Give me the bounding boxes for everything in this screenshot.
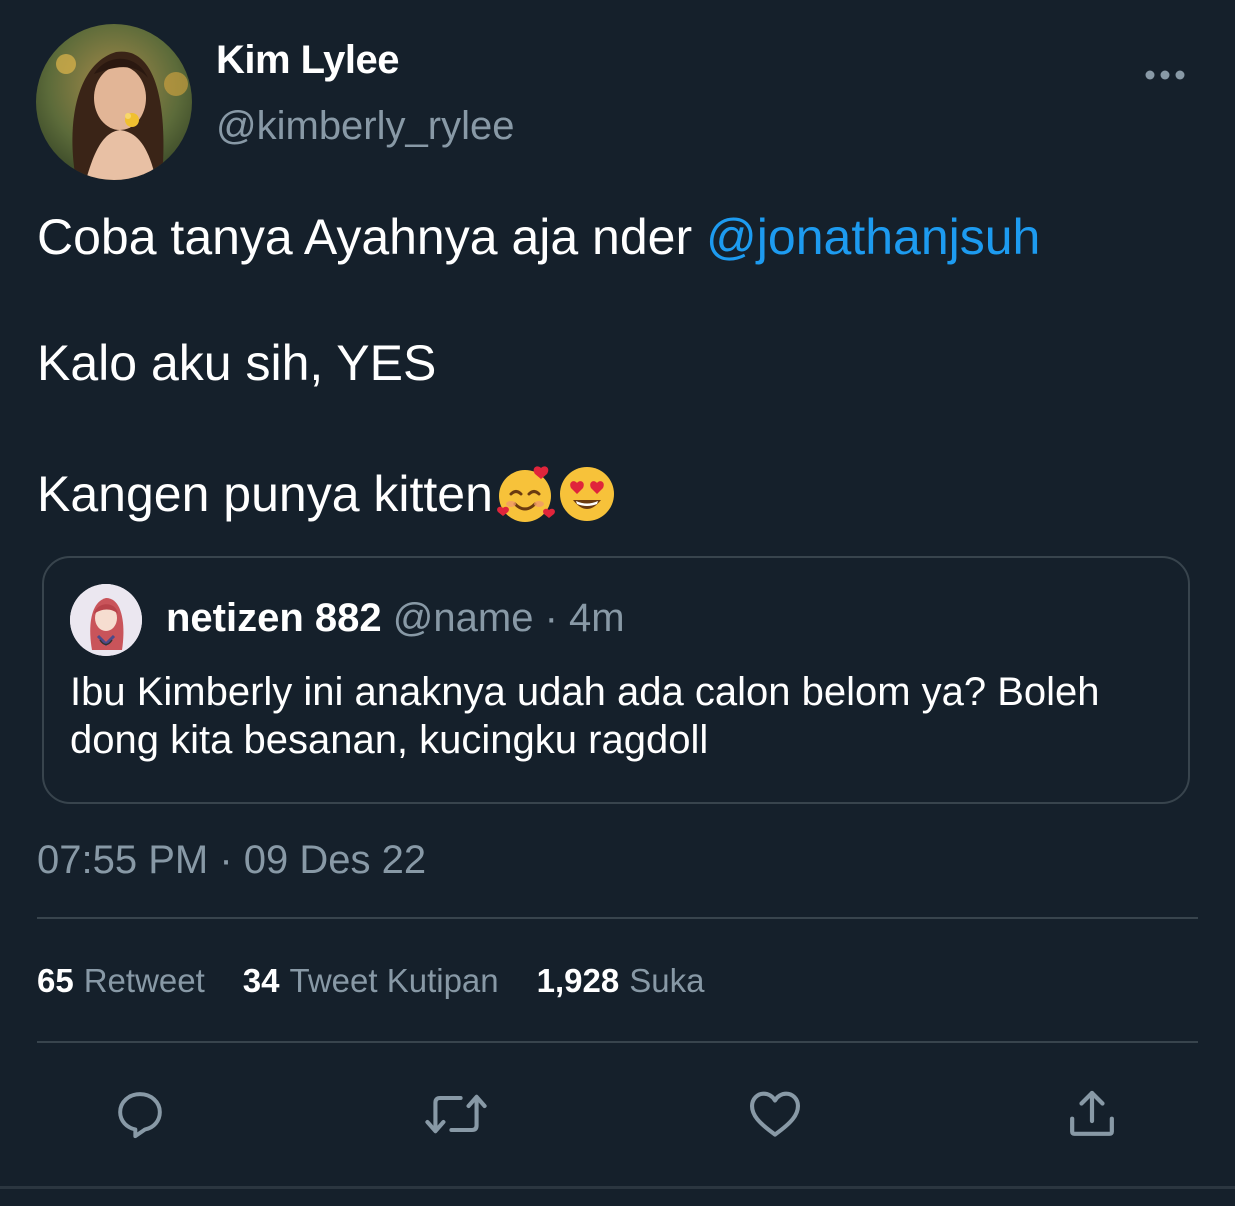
tweet-detail-page: Kim Lylee @kimberly_rylee Coba tanya Aya… [0, 0, 1235, 1206]
tweet-text-line-1: Coba tanya Ayahnya aja nder @jonathanjsu… [37, 212, 1040, 262]
stat-count: 65 [37, 962, 74, 999]
more-dots-icon [1145, 70, 1185, 80]
quoted-tweet-card[interactable]: netizen 882 @name · 4m Ibu Kimberly ini … [42, 556, 1190, 804]
stat-label: Retweet [83, 962, 205, 999]
divider [37, 1041, 1198, 1043]
stat-count: 34 [242, 962, 280, 999]
reply-button[interactable] [108, 1082, 172, 1146]
quoted-time: 4m [569, 596, 625, 640]
share-icon [1070, 1090, 1114, 1136]
smiling-face-with-hearts-icon [496, 466, 555, 522]
tweet-text-segment: Coba tanya Ayahnya aja nder [37, 209, 707, 265]
heart-eyes-icon [559, 467, 614, 521]
author-display-name[interactable]: Kim Lylee [216, 38, 399, 83]
reply-icon [118, 1092, 162, 1139]
mention-link[interactable]: @jonathanjsuh [706, 209, 1040, 265]
engagement-stats: 65 Retweet 34 Tweet Kutipan 1,928 Suka [37, 962, 742, 1000]
more-options-button[interactable] [1143, 62, 1187, 88]
like-icon [749, 1091, 801, 1137]
tweet-text-segment: Kangen punya kitten [37, 466, 493, 522]
quote-tweet-count[interactable]: 34 Tweet Kutipan [243, 962, 499, 1000]
retweet-count[interactable]: 65 Retweet [37, 962, 205, 1000]
quoted-author-handle: @name [392, 596, 534, 640]
tweet-text-line-3: Kangen punya kitten [37, 464, 617, 524]
tweet-text-line-2: Kalo aku sih, YES [37, 335, 437, 391]
quoted-author-avatar[interactable] [70, 584, 142, 656]
quoted-tweet-header: netizen 882 @name · 4m [166, 596, 625, 641]
like-button[interactable] [743, 1082, 807, 1146]
quoted-separator: · [533, 596, 569, 640]
divider [37, 917, 1198, 919]
retweet-button[interactable] [424, 1082, 488, 1146]
retweet-icon [425, 1094, 487, 1134]
bottom-divider [0, 1186, 1235, 1189]
quoted-tweet-text: Ibu Kimberly ini anaknya udah ada calon … [70, 670, 1100, 762]
stat-count: 1,928 [536, 962, 620, 999]
quoted-author-name: netizen 882 [166, 596, 382, 640]
stat-label: Tweet Kutipan [289, 962, 499, 999]
author-avatar[interactable] [36, 24, 192, 180]
stat-label: Suka [629, 962, 705, 999]
like-count[interactable]: 1,928 Suka [537, 962, 705, 1000]
author-handle[interactable]: @kimberly_rylee [216, 104, 514, 149]
share-button[interactable] [1060, 1082, 1124, 1146]
tweet-timestamp[interactable]: 07:55 PM · 09 Des 22 [37, 838, 426, 883]
